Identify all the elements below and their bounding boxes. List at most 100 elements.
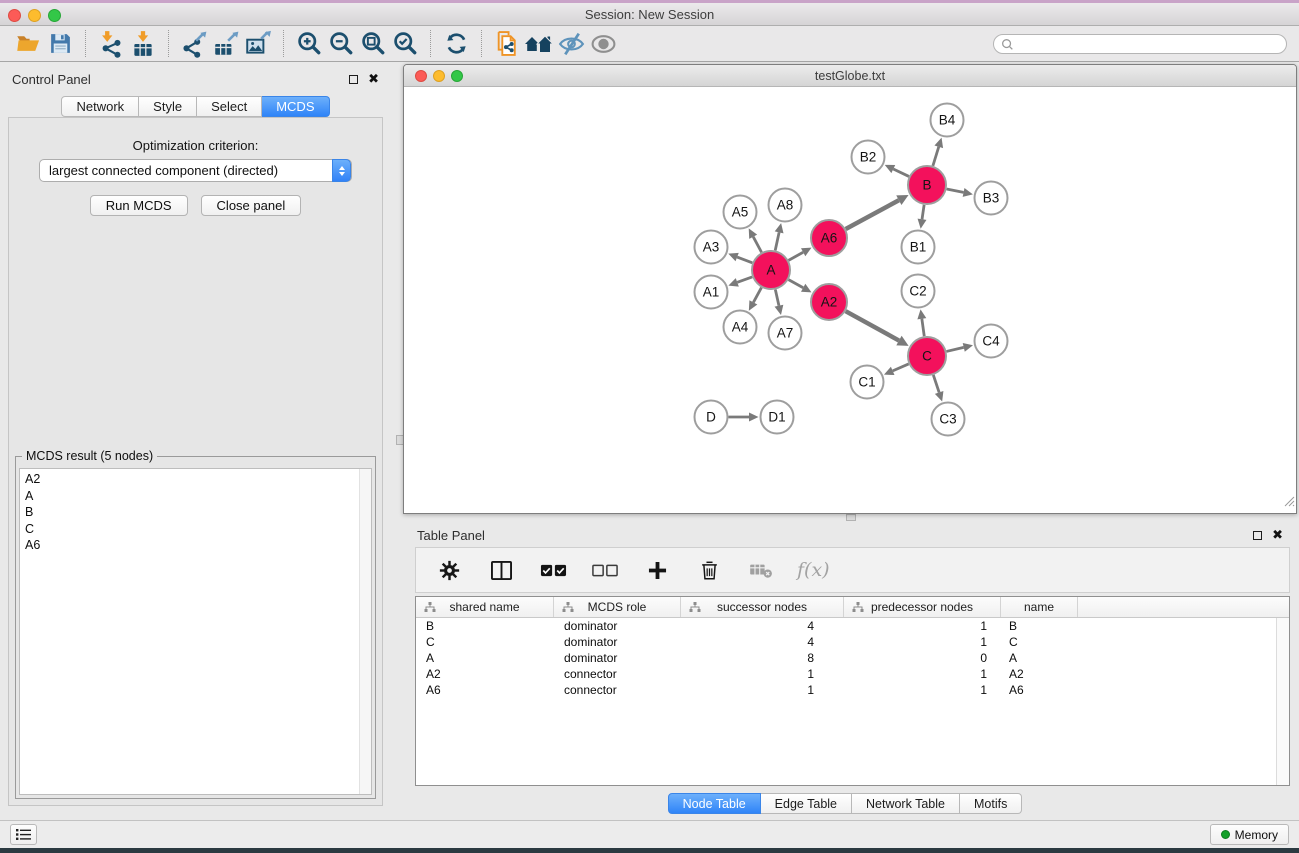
float-panel-icon[interactable] (349, 75, 358, 84)
graph-edge-A6-B[interactable] (846, 200, 899, 229)
table-cell[interactable]: B (1001, 619, 1078, 633)
network-window-titlebar[interactable]: testGlobe.txt (404, 65, 1296, 87)
mcds-result-list[interactable]: A2ABCA6 (19, 468, 372, 795)
column-header-name[interactable]: name (1001, 597, 1078, 617)
table-scrollbar[interactable] (1276, 618, 1289, 785)
table-cell[interactable]: 1 (844, 667, 1001, 681)
table-cell[interactable]: A6 (416, 683, 554, 697)
search-input[interactable] (993, 34, 1287, 54)
table-cell[interactable]: 1 (681, 667, 844, 681)
criterion-select[interactable]: largest connected component (directed) (39, 159, 352, 182)
graph-edge-B-B3[interactable] (947, 189, 964, 192)
column-header-MCDS-role[interactable]: MCDS role (554, 597, 681, 617)
graph-edge-A-A7[interactable] (775, 290, 779, 306)
table-cell[interactable]: A6 (1001, 683, 1078, 697)
memory-button[interactable]: Memory (1210, 824, 1289, 845)
table-row[interactable]: A6connector11A6 (416, 682, 1289, 698)
gear-icon[interactable] (433, 554, 465, 586)
tab-network[interactable]: Network (61, 96, 139, 117)
table-row[interactable]: Adominator80A (416, 650, 1289, 666)
close-panel-icon[interactable]: ✖ (368, 74, 379, 84)
tab-style[interactable]: Style (139, 96, 197, 117)
table-cell[interactable]: 1 (681, 683, 844, 697)
table-cell[interactable]: 4 (681, 635, 844, 649)
network-close-button[interactable] (415, 70, 427, 82)
show-columns-icon[interactable] (537, 554, 569, 586)
float-table-panel-icon[interactable] (1253, 531, 1262, 540)
table-row[interactable]: Cdominator41C (416, 634, 1289, 650)
task-history-button[interactable] (10, 824, 37, 845)
column-header-shared-name[interactable]: shared name (416, 597, 554, 617)
graph-edge-C-C3[interactable] (933, 375, 939, 392)
table-cell[interactable]: A (416, 651, 554, 665)
network-minimize-button[interactable] (433, 70, 445, 82)
graph-edge-B-B2[interactable] (893, 169, 909, 176)
table-cell[interactable]: dominator (554, 635, 681, 649)
table-row[interactable]: A2connector11A2 (416, 666, 1289, 682)
graph-edge-C-C4[interactable] (946, 347, 963, 351)
function-builder-icon[interactable]: f(x) (797, 559, 830, 581)
tab-motifs[interactable]: Motifs (960, 793, 1022, 814)
network-canvas[interactable]: B4B2BB3A5A8A6A3B1AA1C2A2A4A7CC4C1C3DD1 (404, 87, 1296, 513)
export-table-icon[interactable] (210, 28, 242, 60)
table-cell[interactable]: A2 (416, 667, 554, 681)
graph-edge-C-C1[interactable] (893, 364, 909, 371)
table-cell[interactable]: 1 (844, 619, 1001, 633)
table-cell[interactable]: connector (554, 667, 681, 681)
graph-edge-A-A4[interactable] (753, 288, 761, 303)
import-network-icon[interactable] (95, 28, 127, 60)
run-mcds-button[interactable]: Run MCDS (90, 195, 188, 216)
result-scrollbar[interactable] (359, 469, 371, 794)
graph-edge-A-A8[interactable] (775, 232, 779, 250)
close-table-panel-icon[interactable]: ✖ (1272, 530, 1283, 540)
open-session-icon[interactable] (12, 28, 44, 60)
table-cell[interactable]: dominator (554, 651, 681, 665)
split-columns-icon[interactable] (485, 554, 517, 586)
mcds-result-item[interactable]: A6 (25, 537, 357, 554)
table-row[interactable]: Bdominator41B (416, 618, 1289, 634)
table-cell[interactable]: 0 (844, 651, 1001, 665)
table-cell[interactable]: 8 (681, 651, 844, 665)
table-cell[interactable]: 1 (844, 683, 1001, 697)
mcds-result-item[interactable]: B (25, 504, 357, 521)
hide-panels-icon[interactable] (555, 28, 587, 60)
tab-network-table[interactable]: Network Table (852, 793, 960, 814)
graph-edge-A-A5[interactable] (753, 237, 761, 253)
mcds-result-item[interactable]: A2 (25, 471, 357, 488)
table-cell[interactable]: connector (554, 683, 681, 697)
import-table-icon[interactable] (127, 28, 159, 60)
graph-edge-A-A2[interactable] (789, 280, 804, 288)
export-image-icon[interactable] (242, 28, 274, 60)
table-cell[interactable]: 1 (844, 635, 1001, 649)
table-cell[interactable]: C (1001, 635, 1078, 649)
mcds-result-item[interactable]: C (25, 521, 357, 538)
graph-edge-B-B1[interactable] (922, 205, 924, 219)
save-session-icon[interactable] (44, 28, 76, 60)
close-panel-button[interactable]: Close panel (201, 195, 302, 216)
table-cell[interactable]: A2 (1001, 667, 1078, 681)
show-eye-icon[interactable] (587, 28, 619, 60)
network-maximize-button[interactable] (451, 70, 463, 82)
resize-grip-icon[interactable] (1284, 494, 1295, 512)
graph-edge-A-A3[interactable] (737, 257, 752, 263)
tab-select[interactable]: Select (197, 96, 262, 117)
table-cell[interactable]: C (416, 635, 554, 649)
maximize-window-button[interactable] (48, 9, 61, 22)
graph-edge-A2-C[interactable] (846, 311, 899, 340)
zoom-in-icon[interactable] (293, 28, 325, 60)
table-cell[interactable]: B (416, 619, 554, 633)
delete-table-icon[interactable] (745, 554, 777, 586)
export-network-icon[interactable] (178, 28, 210, 60)
tab-mcds[interactable]: MCDS (262, 96, 329, 117)
table-cell[interactable]: A (1001, 651, 1078, 665)
graph-edge-A-A6[interactable] (789, 252, 804, 260)
close-window-button[interactable] (8, 9, 21, 22)
home-networks-icon[interactable] (523, 28, 555, 60)
mcds-result-item[interactable]: A (25, 488, 357, 505)
tab-edge-table[interactable]: Edge Table (761, 793, 852, 814)
graph-edge-B-B4[interactable] (933, 147, 939, 166)
zoom-out-icon[interactable] (325, 28, 357, 60)
column-header-predecessor-nodes[interactable]: predecessor nodes (844, 597, 1001, 617)
zoom-selected-icon[interactable] (389, 28, 421, 60)
add-column-icon[interactable] (641, 554, 673, 586)
